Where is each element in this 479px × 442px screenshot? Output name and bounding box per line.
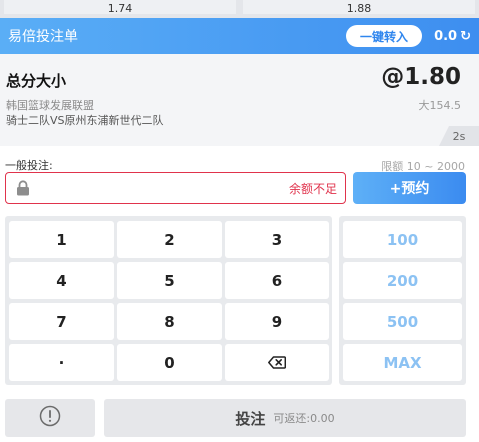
lock-icon [16,180,30,196]
numeric-keypad: 1 2 3 4 5 6 7 8 9 · 0 [5,216,332,385]
betslip-header: 易倍投注单 一键转入 0.0 ↻ [0,18,479,54]
refresh-icon[interactable]: ↻ [460,29,471,44]
quick-amount-100[interactable]: 100 [343,221,462,258]
quick-amount-panel: 100 200 500 MAX [339,216,466,385]
stake-input[interactable]: 余额不足 [5,172,346,204]
info-button[interactable] [5,399,95,437]
balance-value: 0.0 [434,28,458,44]
key-4[interactable]: 4 [9,262,114,299]
balance-display[interactable]: 0.0 ↻ [434,29,471,44]
place-bet-label: 投注 [235,409,266,428]
key-6[interactable]: 6 [225,262,329,299]
bet-selection: 总分大小 @1.80 韩国篮球发展联盟 大154.5 骑士二队VS原州东浦新世代… [0,54,479,146]
stake-label: 一般投注: [5,159,53,172]
odds-cell-value: 1.88 [346,2,372,15]
key-decimal[interactable]: · [9,344,114,381]
odds-cell-value: 1.74 [107,2,133,15]
key-0[interactable]: 0 [117,344,222,381]
market-name: 总分大小 [6,72,67,90]
insufficient-balance-text: 余额不足 [288,181,337,196]
quick-amount-max[interactable]: MAX [343,344,462,381]
exclamation-circle-icon [39,405,61,431]
key-3[interactable]: 3 [225,221,329,258]
one-click-transfer-button[interactable]: 一键转入 [346,25,423,47]
selection-line: 大154.5 [418,99,462,112]
key-1[interactable]: 1 [9,221,114,258]
backspace-icon[interactable] [225,344,329,381]
place-bet-button[interactable]: 投注 可返还:0.00 [104,399,466,437]
quick-amount-200[interactable]: 200 [343,262,462,299]
odds-cell-left[interactable]: 1.74 [4,0,236,14]
key-5[interactable]: 5 [117,262,222,299]
quick-amount-500[interactable]: 500 [343,303,462,340]
selection-odds: @1.80 [381,64,461,90]
match-name: 骑士二队VS原州东浦新世代二队 [6,114,164,127]
key-7[interactable]: 7 [9,303,114,340]
odds-strip: 1.74 1.88 [0,0,479,18]
key-2[interactable]: 2 [117,221,222,258]
odds-cell-right[interactable]: 1.88 [243,0,475,14]
key-9[interactable]: 9 [225,303,329,340]
league-name: 韩国篮球发展联盟 [6,99,94,112]
countdown-badge: 2s [439,126,479,146]
reserve-button[interactable]: +预约 [353,172,466,204]
potential-return: 可返还:0.00 [273,412,335,425]
betslip-title: 易倍投注单 [8,29,78,45]
key-8[interactable]: 8 [117,303,222,340]
